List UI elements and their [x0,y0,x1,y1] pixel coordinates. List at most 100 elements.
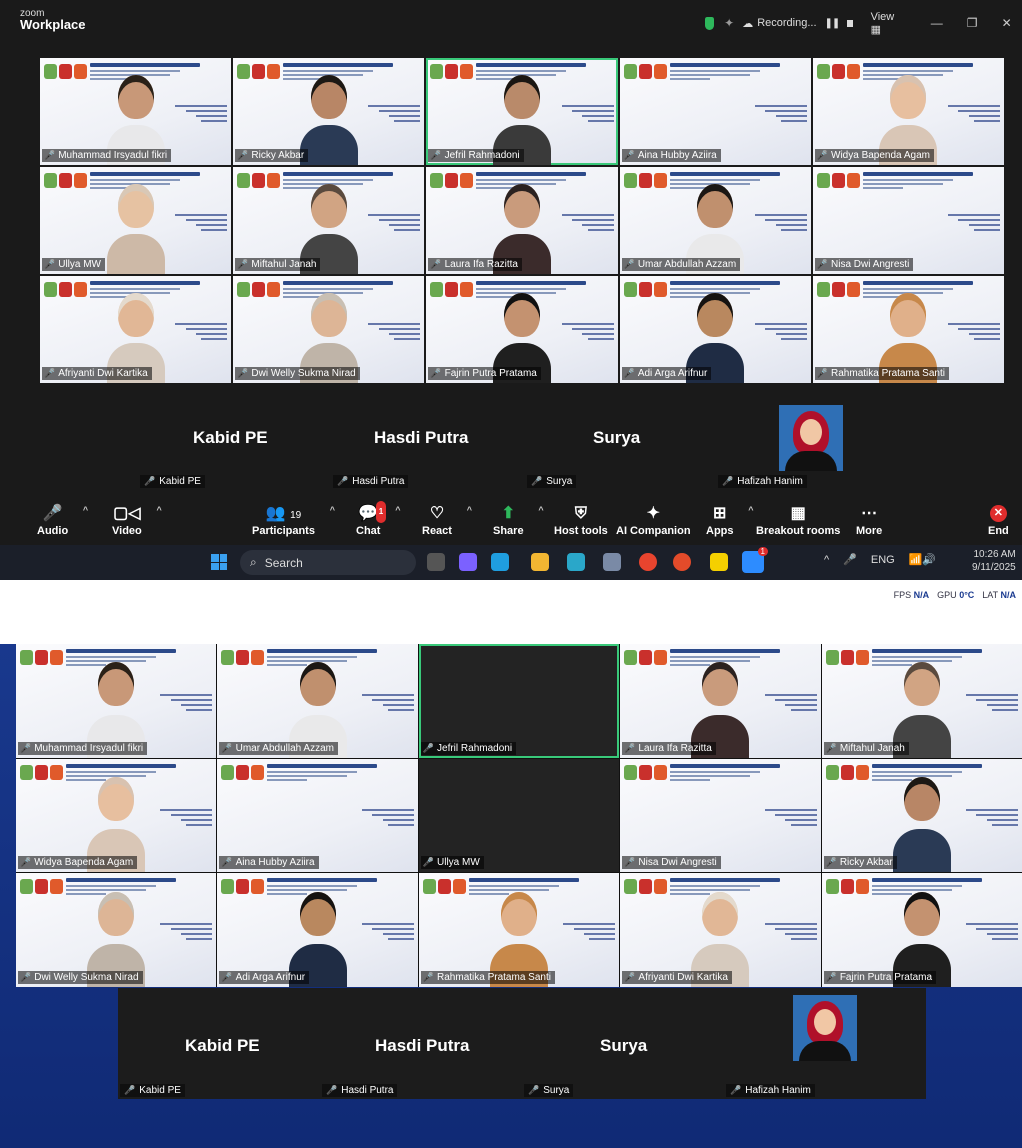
audio-button[interactable]: 🎤 Audio ^ [37,503,88,537]
ai-companion-label: AI Companion [616,525,691,537]
mic-muted-icon: 🎤 [430,259,442,269]
host-tools-button[interactable]: ⛨ Host tools [554,503,608,537]
participant-name: Jefril Rahmadoni [444,150,520,161]
participant-tile[interactable]: 🎤 Ullya MW [40,167,232,274]
participant-tile[interactable]: 🎤 Jefril Rahmadoni [418,644,620,758]
app-icon[interactable] [567,553,585,571]
stop-recording-button[interactable] [847,19,853,27]
participant-tile[interactable]: 🎤 Adi Arga Arifnur [619,276,811,383]
pause-recording-button[interactable]: ❚❚ [825,18,841,29]
zoom-taskbar-icon[interactable]: 1 [742,547,768,573]
mic-muted-icon: 🎤 [623,259,635,269]
participant-tile[interactable]: 🎤 Afriyanti Dwi Kartika [620,873,821,987]
ai-companion-button[interactable]: ✦ AI Companion [616,503,691,537]
close-button[interactable]: ✕ [1002,16,1012,30]
emblem-icon [236,764,250,780]
minimize-button[interactable]: — [931,16,943,30]
avatar[interactable] [779,405,843,471]
participant-tile[interactable]: 🎤 Widya Bapenda Agam [16,758,217,873]
breakout-rooms-button[interactable]: ▦ Breakout rooms [756,503,840,537]
participant-tile[interactable]: 🎤 Adi Arga Arifnur [217,873,418,987]
participant-tile[interactable]: 🎤 Aina Hubby Aziira [217,758,418,873]
chevron-up-icon[interactable]: ^ [824,554,829,566]
network-volume-icon[interactable]: 📶🔊 [909,553,936,566]
participant-tile[interactable]: 🎤 Nisa Dwi Angresti [620,758,821,873]
emblem-icon [20,764,33,780]
chevron-up-icon[interactable]: ^ [330,505,335,515]
participant-tile[interactable]: 🎤 Dwi Welly Sukma Nirad [16,873,217,987]
avatar[interactable] [793,995,857,1061]
strip-label-text: Kabid PE [159,476,201,487]
powerpoint-icon[interactable] [673,553,691,571]
taskbar-search[interactable]: ⌕ Search [240,550,416,575]
participant-tile[interactable]: 🎤 Afriyanti Dwi Kartika [40,276,232,383]
chevron-up-icon[interactable]: ^ [157,505,162,515]
participant-tile[interactable]: 🎤 Nisa Dwi Angresti [812,167,1004,274]
chevron-up-icon[interactable]: ^ [467,505,472,515]
participant-tile[interactable]: 🎤 Miftahul Janah [821,644,1022,758]
participant-tile[interactable]: 🎤 Miftahul Janah [233,167,425,274]
participant-tile[interactable]: 🎤 Umar Abdullah Azzam [619,167,811,274]
windows-start-icon[interactable] [211,554,227,570]
recording-indicator[interactable]: ☁ Recording... [742,17,816,30]
participants-button[interactable]: 👥 19 Participants ^ [252,503,335,537]
mic-icon[interactable]: 🎤 [843,553,857,566]
participant-tile[interactable]: 🎤 Jefril Rahmadoni [426,58,618,165]
participant-name-tag: 🎤 Afriyanti Dwi Kartika [622,970,732,984]
participant-tile[interactable]: 🎤 Rahmatika Pratama Santi [812,276,1004,383]
participant-tile[interactable]: 🎤 Laura Ifa Razitta [620,644,821,758]
emblem-icon [50,650,63,665]
chevron-up-icon[interactable]: ^ [748,505,753,515]
taskbar-clock[interactable]: 10:26 AM 9/11/2025 [972,548,1016,574]
sparkle-icon[interactable]: ✦ [724,16,734,30]
strip-big-name-1: Kabid PE [193,428,268,447]
emblem-icon [251,879,265,895]
shield-icon[interactable] [705,16,715,30]
app-icon[interactable] [459,553,477,571]
participant-tile[interactable]: 🎤 Fajrin Putra Pratama [426,276,618,383]
emblem-icon [816,282,830,297]
more-button[interactable]: ⋯ More [856,503,882,537]
chevron-up-icon[interactable]: ^ [83,505,88,515]
participant-name: Aina Hubby Aziira [235,857,315,869]
participant-tile[interactable]: 🎤 Ullya MW [418,758,620,873]
react-button[interactable]: ♡ React ^ [422,503,472,537]
participant-tile[interactable]: 🎤 Muhammad Irsyadul fikri [16,644,217,758]
restore-button[interactable]: ❐ [967,16,978,30]
mic-muted-icon: 🎤 [816,150,829,160]
apps-button[interactable]: ⊞ Apps ^ [706,503,754,537]
view-button[interactable]: View ▦ [871,11,899,36]
participant-tile[interactable]: 🎤 Rahmatika Pratama Santi [418,873,620,987]
participant-tile[interactable]: 🎤 Ricky Akbar [821,758,1022,873]
participant-tile[interactable]: 🎤 Aina Hubby Aziira [619,58,811,165]
mic-muted-icon: 🎤 [221,971,233,982]
participant-tile[interactable]: 🎤 Dwi Welly Sukma Nirad [233,276,425,383]
breakout-rooms-label: Breakout rooms [756,525,841,537]
app-icon[interactable] [603,553,621,571]
chevron-up-icon[interactable]: ^ [538,505,543,515]
participant-name: Dwi Welly Sukma Nirad [34,971,139,983]
participant-name-tag: 🎤 Jefril Rahmadoni [420,741,517,755]
slide-caption [947,323,1000,343]
share-button[interactable]: ⬆ Share ^ [493,503,544,537]
participant-tile[interactable]: 🎤 Laura Ifa Razitta [426,167,618,274]
participant-name: Muhammad Irsyadul fikri [58,150,168,161]
participant-tile[interactable]: 🎤 Fajrin Putra Pratama [821,873,1022,987]
video-button[interactable]: ▢◁ Video ^ [112,503,162,537]
edge-icon[interactable] [491,553,509,571]
notes-icon[interactable] [710,553,728,571]
file-explorer-icon[interactable] [531,553,549,571]
task-view-icon[interactable] [427,553,445,571]
participant-tile[interactable]: 🎤 Ricky Akbar [233,58,425,165]
chrome-icon[interactable] [639,553,657,571]
mic-muted-icon: 🎤 [20,971,32,982]
mic-muted-icon: 🎤 [237,368,249,378]
language-indicator[interactable]: ENG [871,554,895,566]
participant-tile[interactable]: 🎤 Umar Abdullah Azzam [217,644,418,758]
chevron-up-icon[interactable]: ^ [395,505,400,515]
more-label: More [856,525,883,537]
chat-button[interactable]: 💬 1 Chat ^ [356,501,400,537]
participant-tile[interactable]: 🎤 Widya Bapenda Agam [812,58,1004,165]
end-button[interactable]: ✕ End [988,503,1009,537]
participant-tile[interactable]: 🎤 Muhammad Irsyadul fikri [40,58,232,165]
